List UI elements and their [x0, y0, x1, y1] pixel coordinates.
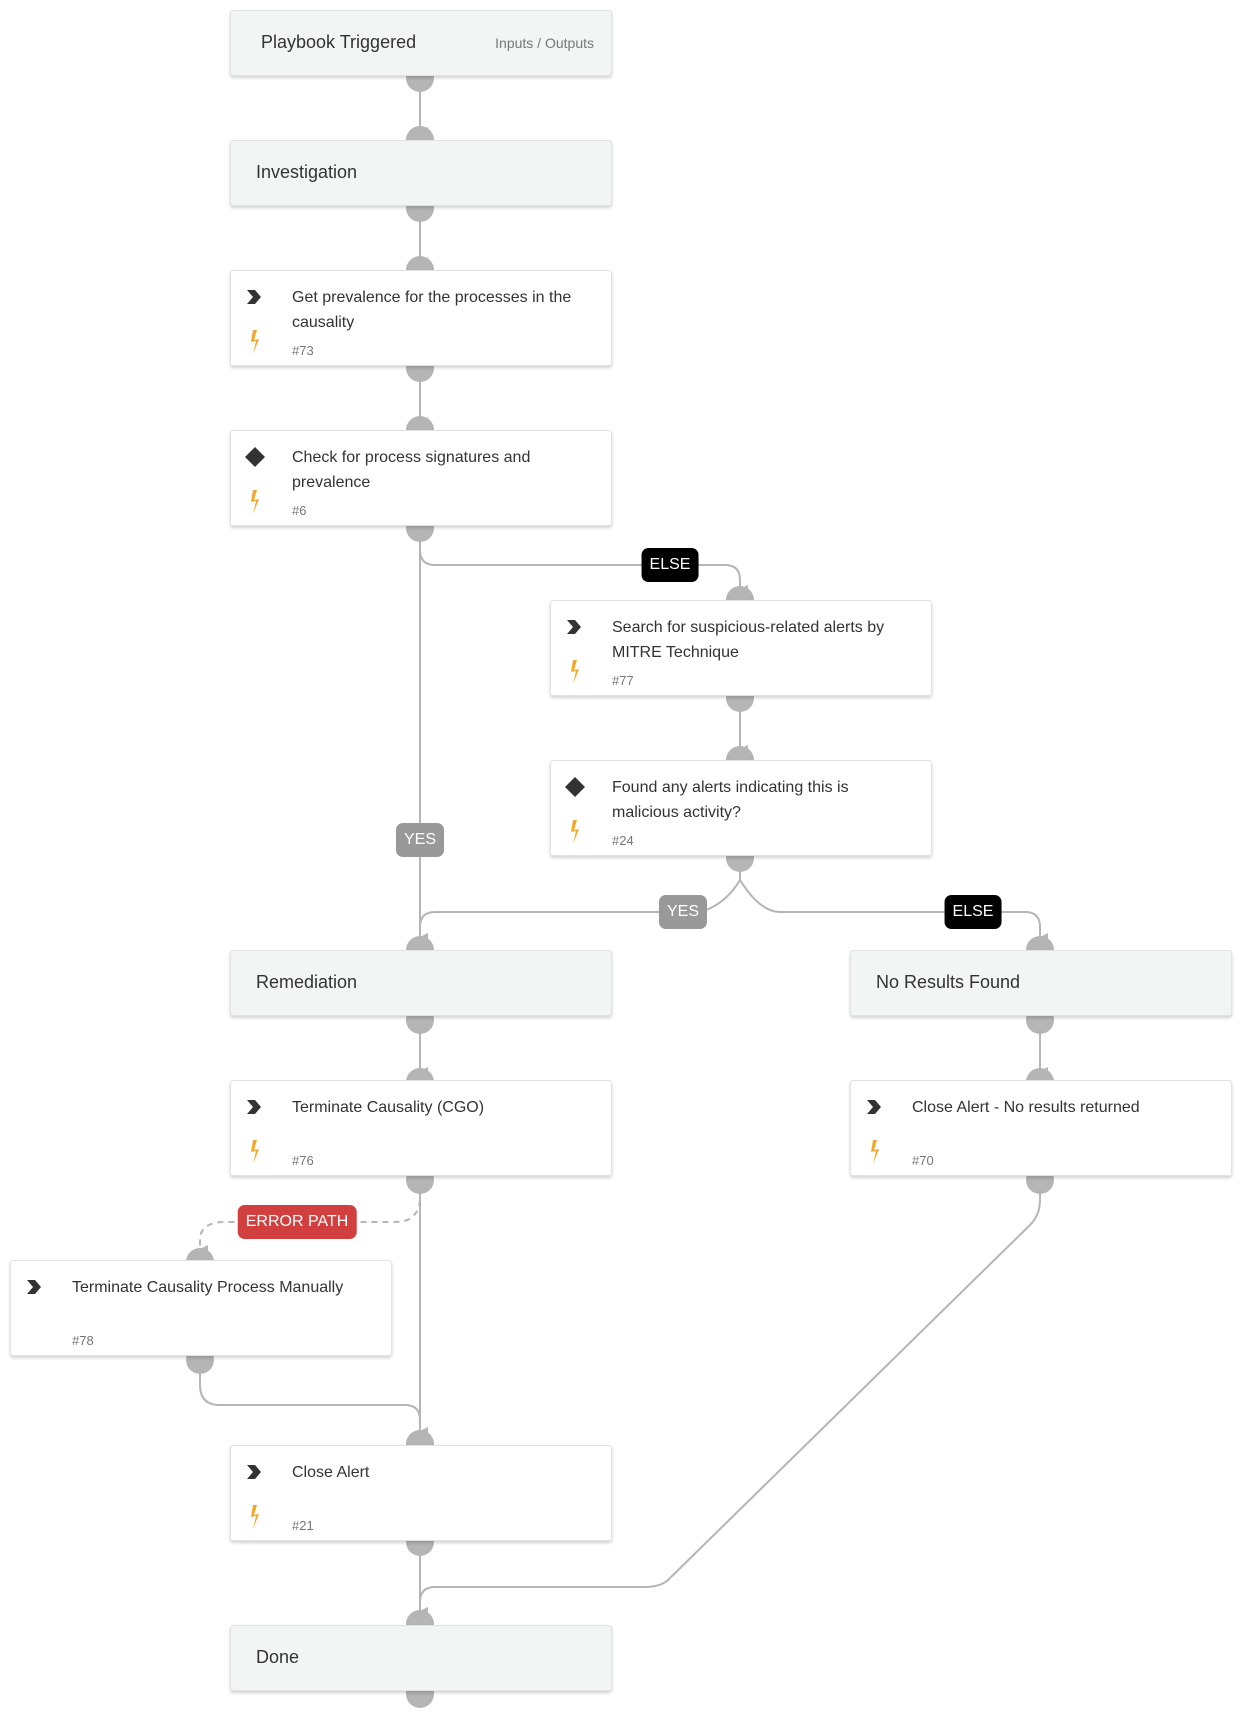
task-id: #70: [912, 1153, 934, 1168]
edges-layer: [198, 80, 1048, 1617]
chevron-right-icon: [27, 1280, 41, 1294]
edge-label-error-path[interactable]: ERROR PATH: [237, 1205, 357, 1239]
task-id: #76: [292, 1153, 314, 1168]
bolt-icon: [251, 1505, 259, 1529]
section-title: Done: [256, 1647, 300, 1667]
task-id: #24: [612, 833, 634, 848]
task-76[interactable]: Terminate Causality (CGO) #76: [230, 1080, 612, 1176]
task-21[interactable]: Close Alert #21: [230, 1445, 612, 1541]
condition-6[interactable]: Check for process signatures and prevale…: [230, 430, 612, 526]
diamond-icon: [565, 777, 585, 797]
task-78[interactable]: Terminate Causality Process Manually #78: [10, 1260, 392, 1356]
edge-label-else[interactable]: ELSE: [641, 548, 699, 582]
chevron-right-icon: [247, 1100, 261, 1114]
task-title: Terminate Causality Process Manually: [72, 1279, 344, 1296]
section-title: Remediation: [256, 972, 358, 992]
section-investigation[interactable]: Investigation: [230, 140, 612, 206]
section-remediation[interactable]: Remediation: [230, 950, 612, 1016]
edge-t78-t21: [199, 1362, 428, 1437]
playbook-triggered-title: Playbook Triggered: [261, 32, 417, 52]
task-73[interactable]: Get prevalence for the processes in the …: [230, 270, 612, 366]
diamond-icon: [245, 447, 265, 467]
task-title: Check for process signatures and prevale…: [292, 449, 531, 491]
task-77[interactable]: Search for suspicious-related alerts by …: [550, 600, 932, 696]
bolt-icon: [871, 1140, 879, 1164]
bolt-icon: [571, 660, 579, 684]
task-id: #6: [292, 503, 307, 518]
task-id: #78: [72, 1333, 94, 1348]
task-title: Get prevalence for the processes in the …: [292, 289, 572, 331]
chevron-right-icon: [867, 1100, 881, 1114]
task-title: Found any alerts indicating this is mali…: [612, 779, 849, 821]
bolt-icon: [251, 490, 259, 514]
edge-label-yes[interactable]: YES: [658, 895, 708, 929]
chevron-right-icon: [567, 620, 581, 634]
task-id: #77: [612, 673, 634, 688]
chevron-right-icon: [247, 1465, 261, 1479]
edge-t70-done: [418, 1182, 1041, 1617]
task-id: #21: [292, 1518, 314, 1533]
edge-label-else[interactable]: ELSE: [944, 895, 1002, 929]
task-title: Close Alert: [292, 1464, 370, 1481]
section-title: Investigation: [256, 162, 358, 182]
edge-label-yes[interactable]: YES: [395, 823, 445, 857]
section-done[interactable]: Done: [230, 1625, 612, 1691]
bolt-icon: [251, 330, 259, 354]
task-id: #73: [292, 343, 314, 358]
bolt-icon: [571, 820, 579, 844]
chevron-right-icon: [247, 290, 261, 304]
bolt-icon: [251, 1140, 259, 1164]
section-no-results-found[interactable]: No Results Found: [850, 950, 1232, 1016]
task-title: Close Alert - No results returned: [912, 1099, 1140, 1116]
section-title: No Results Found: [876, 972, 1021, 992]
task-title: Terminate Causality (CGO): [292, 1099, 485, 1116]
inputs-outputs-link[interactable]: Inputs / Outputs: [495, 35, 594, 51]
task-70[interactable]: Close Alert - No results returned #70: [850, 1080, 1232, 1176]
condition-24[interactable]: Found any alerts indicating this is mali…: [550, 760, 932, 856]
playbook-triggered-node[interactable]: Playbook Triggered Inputs / Outputs: [230, 10, 612, 76]
task-title: Search for suspicious-related alerts by …: [612, 619, 885, 661]
